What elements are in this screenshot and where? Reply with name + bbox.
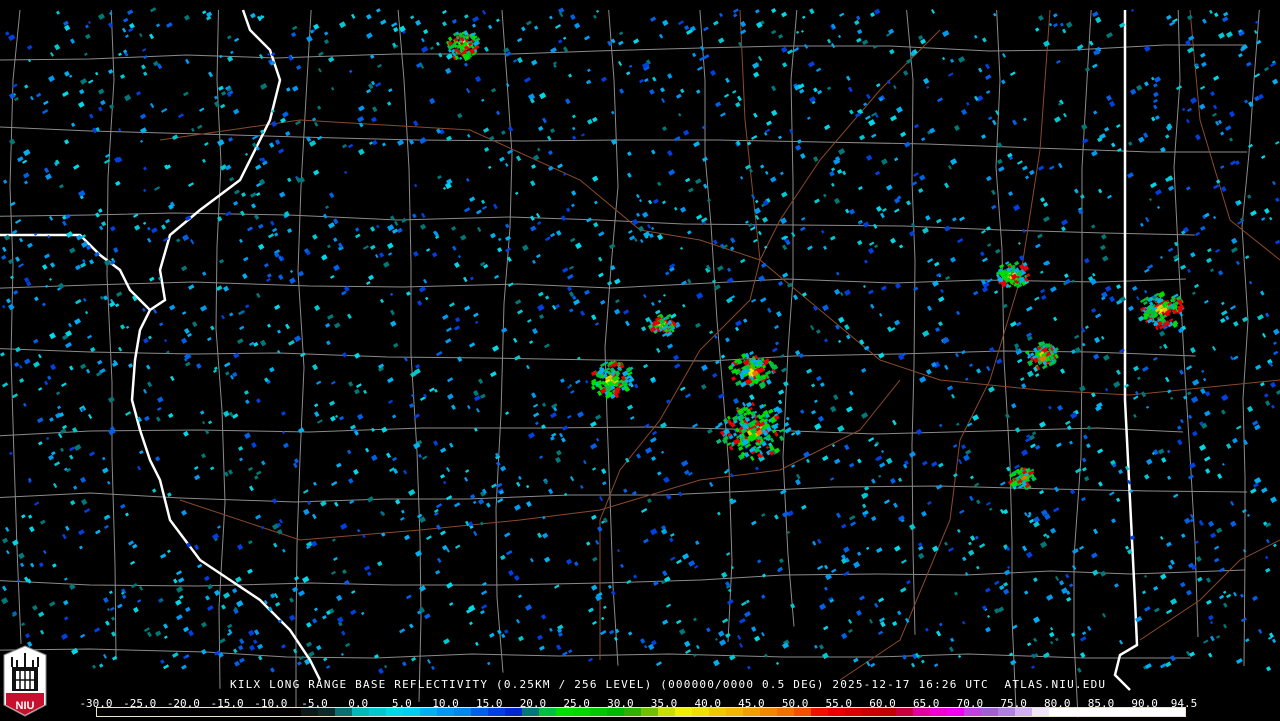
colorbar-swatch xyxy=(369,708,386,716)
tilt: (000000/0000 0.5 DEG) xyxy=(660,678,825,691)
colorbar-swatch xyxy=(964,708,981,716)
colorbar-swatch xyxy=(658,708,675,716)
colorbar-swatch xyxy=(1134,708,1151,716)
radar-id: KILX xyxy=(230,678,262,691)
colorbar-swatch xyxy=(1015,708,1032,716)
colorbar-swatch xyxy=(131,708,148,716)
colorbar-swatch xyxy=(913,708,930,716)
colorbar-swatch xyxy=(1117,708,1134,716)
colorbar-swatch xyxy=(828,708,845,716)
colorbar-swatch xyxy=(590,708,607,716)
colorbar-swatch xyxy=(488,708,505,716)
date: 2025-12-17 xyxy=(832,678,911,691)
colorbar-swatch xyxy=(777,708,794,716)
colorbar-swatch xyxy=(335,708,352,716)
colorbar-swatch xyxy=(1100,708,1117,716)
site-url[interactable]: ATLAS.NIU.EDU xyxy=(1005,678,1107,691)
colorbar-swatch xyxy=(1032,708,1049,716)
colorbar-swatch xyxy=(726,708,743,716)
colorbar-swatch xyxy=(743,708,760,716)
colorbar-swatch xyxy=(981,708,998,716)
colorbar-swatch xyxy=(267,708,284,716)
colorbar-swatch xyxy=(607,708,624,716)
colorbar-swatch xyxy=(641,708,658,716)
colorbar-swatch xyxy=(1151,708,1168,716)
time: 16:26 UTC xyxy=(918,678,989,691)
colorbar-swatch xyxy=(250,708,267,716)
product-name: LONG RANGE BASE REFLECTIVITY xyxy=(269,678,489,691)
colorbar-swatch xyxy=(403,708,420,716)
colorbar-swatch xyxy=(386,708,403,716)
colorbar-swatch xyxy=(182,708,199,716)
reflectivity-colorbar xyxy=(96,707,1186,717)
colorbar-swatch xyxy=(97,708,114,716)
colorbar-swatch xyxy=(233,708,250,716)
colorbar-swatch xyxy=(879,708,896,716)
colorbar-swatch xyxy=(522,708,539,716)
colorbar-swatch xyxy=(947,708,964,716)
colorbar-swatch xyxy=(794,708,811,716)
colorbar-swatch xyxy=(862,708,879,716)
colorbar-swatch xyxy=(845,708,862,716)
colorbar-swatch xyxy=(998,708,1015,716)
colorbar-swatch xyxy=(573,708,590,716)
colorbar-swatch xyxy=(556,708,573,716)
colorbar-swatch xyxy=(505,708,522,716)
colorbar-swatch xyxy=(1083,708,1100,716)
colorbar-swatch xyxy=(114,708,131,716)
colorbar-swatch xyxy=(199,708,216,716)
colorbar-swatch xyxy=(454,708,471,716)
colorbar-swatch xyxy=(437,708,454,716)
colorbar-swatch xyxy=(896,708,913,716)
colorbar-swatch xyxy=(624,708,641,716)
radar-echoes xyxy=(0,7,1280,675)
colorbar-swatch xyxy=(692,708,709,716)
colorbar-swatch xyxy=(811,708,828,716)
colorbar-swatch xyxy=(930,708,947,716)
colorbar-swatch xyxy=(1168,708,1185,716)
product-caption: KILX LONG RANGE BASE REFLECTIVITY (0.25K… xyxy=(230,678,1106,691)
colorbar-swatch xyxy=(760,708,777,716)
colorbar-swatch xyxy=(675,708,692,716)
colorbar-swatch xyxy=(709,708,726,716)
colorbar-swatch xyxy=(539,708,556,716)
colorbar-swatch xyxy=(148,708,165,716)
colorbar-swatch xyxy=(1049,708,1066,716)
colorbar-swatch xyxy=(352,708,369,716)
colorbar-swatch xyxy=(284,708,301,716)
colorbar-swatch xyxy=(318,708,335,716)
colorbar-swatch xyxy=(471,708,488,716)
colorbar-swatch xyxy=(216,708,233,716)
colorbar-swatch xyxy=(301,708,318,716)
radar-map[interactable] xyxy=(0,0,1280,720)
colorbar-swatch xyxy=(420,708,437,716)
resolution: (0.25KM / 256 LEVEL) xyxy=(496,678,653,691)
colorbar-swatch xyxy=(1066,708,1083,716)
colorbar-swatch xyxy=(165,708,182,716)
